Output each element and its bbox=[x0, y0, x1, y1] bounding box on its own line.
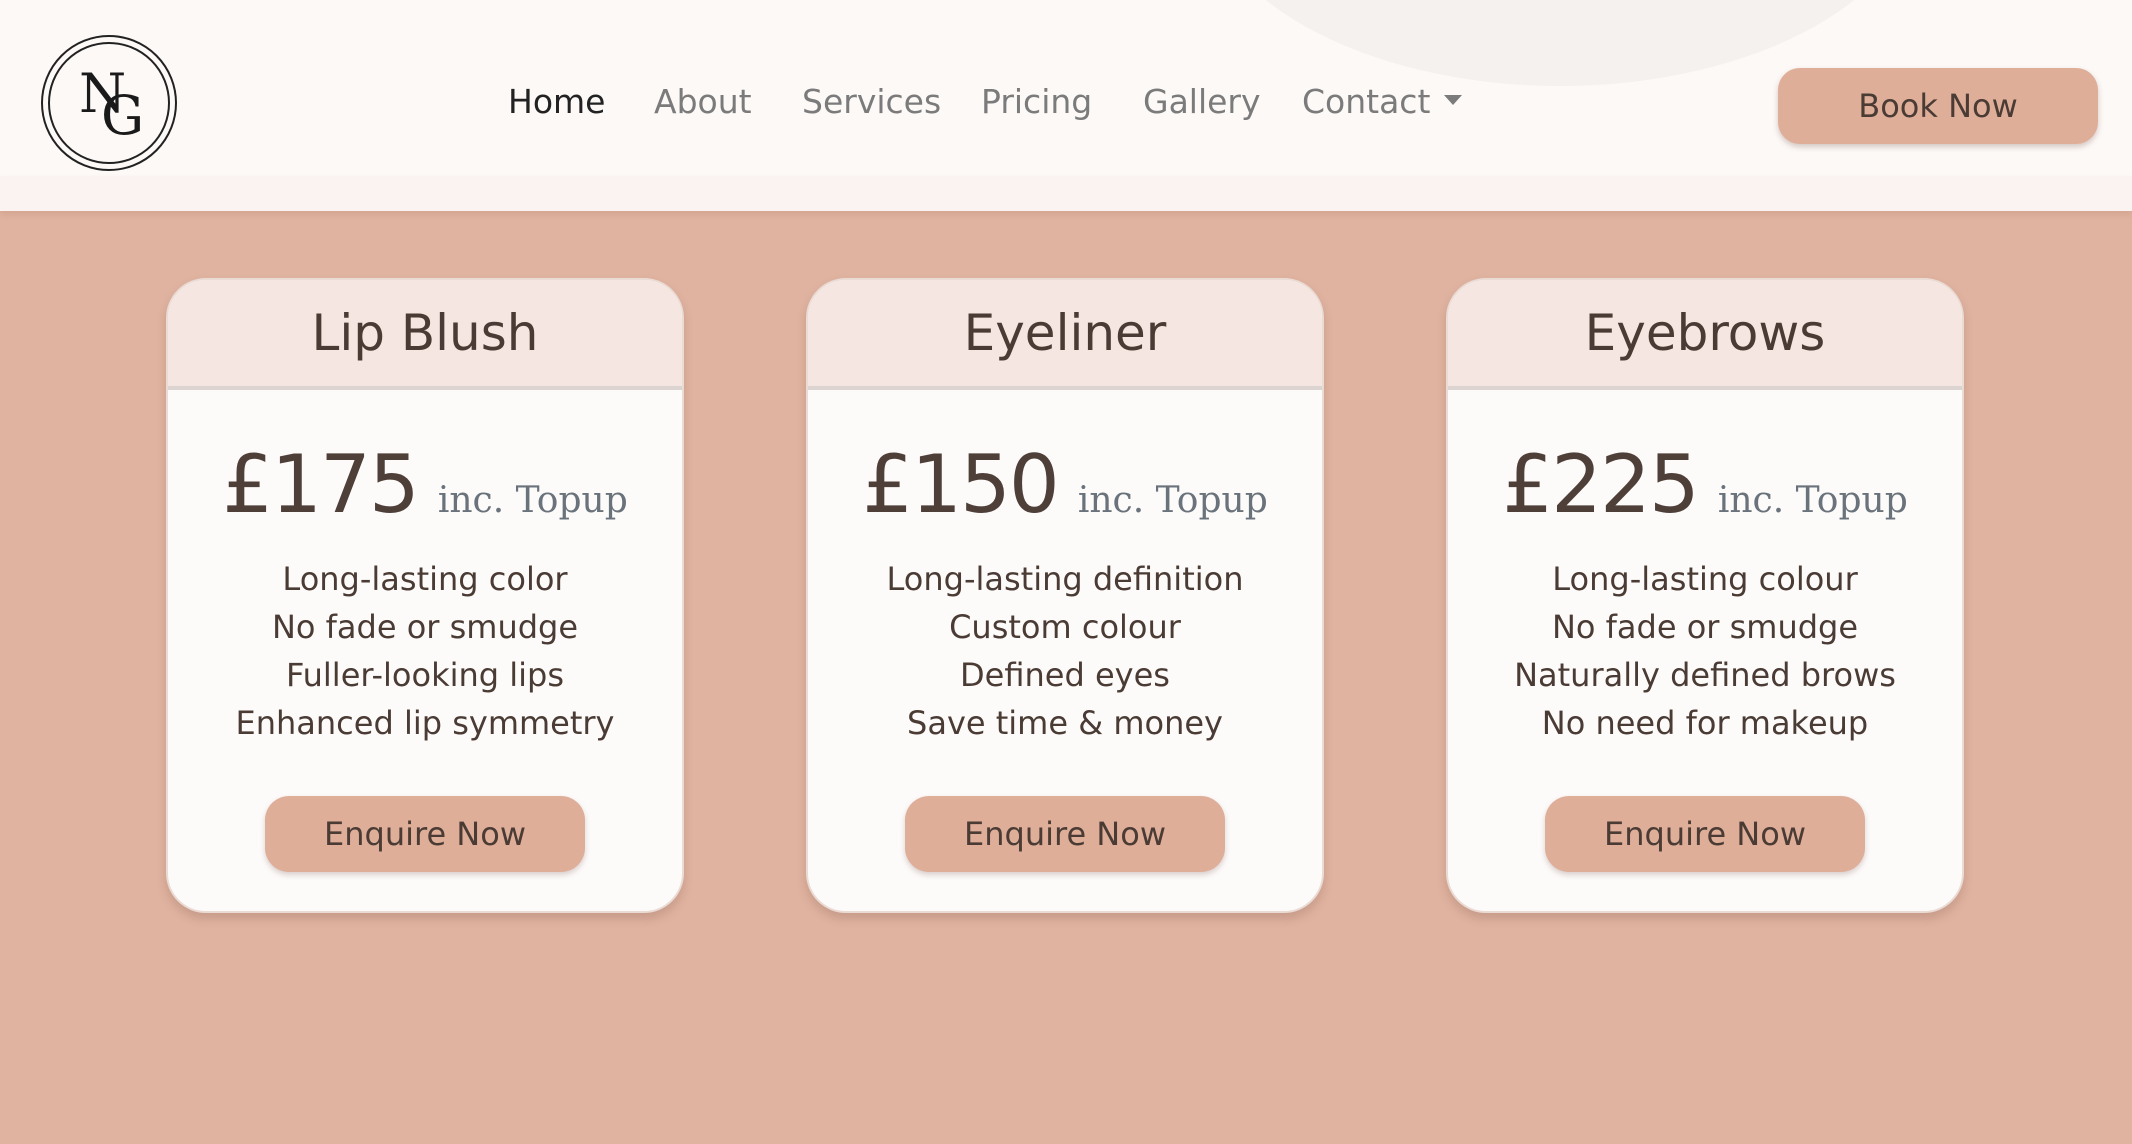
feature-item: Long-lasting colour bbox=[1552, 560, 1858, 598]
price-note: inc. Topup bbox=[1077, 480, 1268, 521]
card-price: £150 bbox=[862, 438, 1060, 531]
nav-pricing[interactable]: Pricing bbox=[981, 82, 1092, 121]
feature-item: Save time & money bbox=[907, 704, 1223, 742]
nav-contact[interactable]: Contact bbox=[1302, 82, 1463, 121]
feature-item: Fuller-looking lips bbox=[285, 656, 565, 694]
enquire-now-button[interactable]: Enquire Now bbox=[1545, 796, 1865, 872]
site-header: N G Home About Services Pricing Gallery … bbox=[0, 0, 2132, 176]
header-strip bbox=[0, 176, 2132, 211]
feature-item: No need for makeup bbox=[1541, 704, 1869, 742]
price-row: £225 inc. Topup bbox=[1448, 438, 1962, 531]
card-title: Lip Blush bbox=[168, 280, 682, 390]
feature-list: Long-lasting definition Custom colour De… bbox=[808, 555, 1322, 747]
feature-item: Enhanced lip symmetry bbox=[235, 704, 615, 742]
price-note: inc. Topup bbox=[1717, 480, 1908, 521]
card-price: £175 bbox=[222, 438, 420, 531]
feature-item: No fade or smudge bbox=[271, 608, 579, 646]
price-note: inc. Topup bbox=[437, 480, 628, 521]
feature-item: Custom colour bbox=[949, 608, 1181, 646]
nav-home[interactable]: Home bbox=[508, 82, 605, 121]
feature-item: Long-lasting color bbox=[282, 560, 568, 598]
card-price: £225 bbox=[1502, 438, 1700, 531]
nav-services[interactable]: Services bbox=[802, 82, 941, 121]
feature-list: Long-lasting color No fade or smudge Ful… bbox=[168, 555, 682, 747]
book-now-button[interactable]: Book Now bbox=[1778, 68, 2098, 144]
feature-item: Defined eyes bbox=[960, 656, 1170, 694]
price-row: £175 inc. Topup bbox=[168, 438, 682, 531]
pricing-card-lip-blush: Lip Blush £175 inc. Topup Long-lasting co… bbox=[166, 278, 684, 913]
nav-contact-label: Contact bbox=[1302, 82, 1431, 121]
nav-about[interactable]: About bbox=[654, 82, 752, 121]
pricing-card-eyeliner: Eyeliner £150 inc. Topup Long-lasting def… bbox=[806, 278, 1324, 913]
pricing-card-eyebrows: Eyebrows £225 inc. Topup Long-lasting col… bbox=[1446, 278, 1964, 913]
feature-list: Long-lasting colour No fade or smudge Na… bbox=[1448, 555, 1962, 747]
nav-gallery[interactable]: Gallery bbox=[1143, 82, 1261, 121]
enquire-now-button[interactable]: Enquire Now bbox=[265, 796, 585, 872]
feature-item: No fade or smudge bbox=[1551, 608, 1859, 646]
enquire-now-button[interactable]: Enquire Now bbox=[905, 796, 1225, 872]
feature-item: Naturally defined brows bbox=[1514, 656, 1896, 694]
card-title: Eyebrows bbox=[1448, 280, 1962, 390]
feature-item: Long-lasting definition bbox=[886, 560, 1244, 598]
price-row: £150 inc. Topup bbox=[808, 438, 1322, 531]
caret-down-icon bbox=[1444, 94, 1463, 105]
card-title: Eyeliner bbox=[808, 280, 1322, 390]
